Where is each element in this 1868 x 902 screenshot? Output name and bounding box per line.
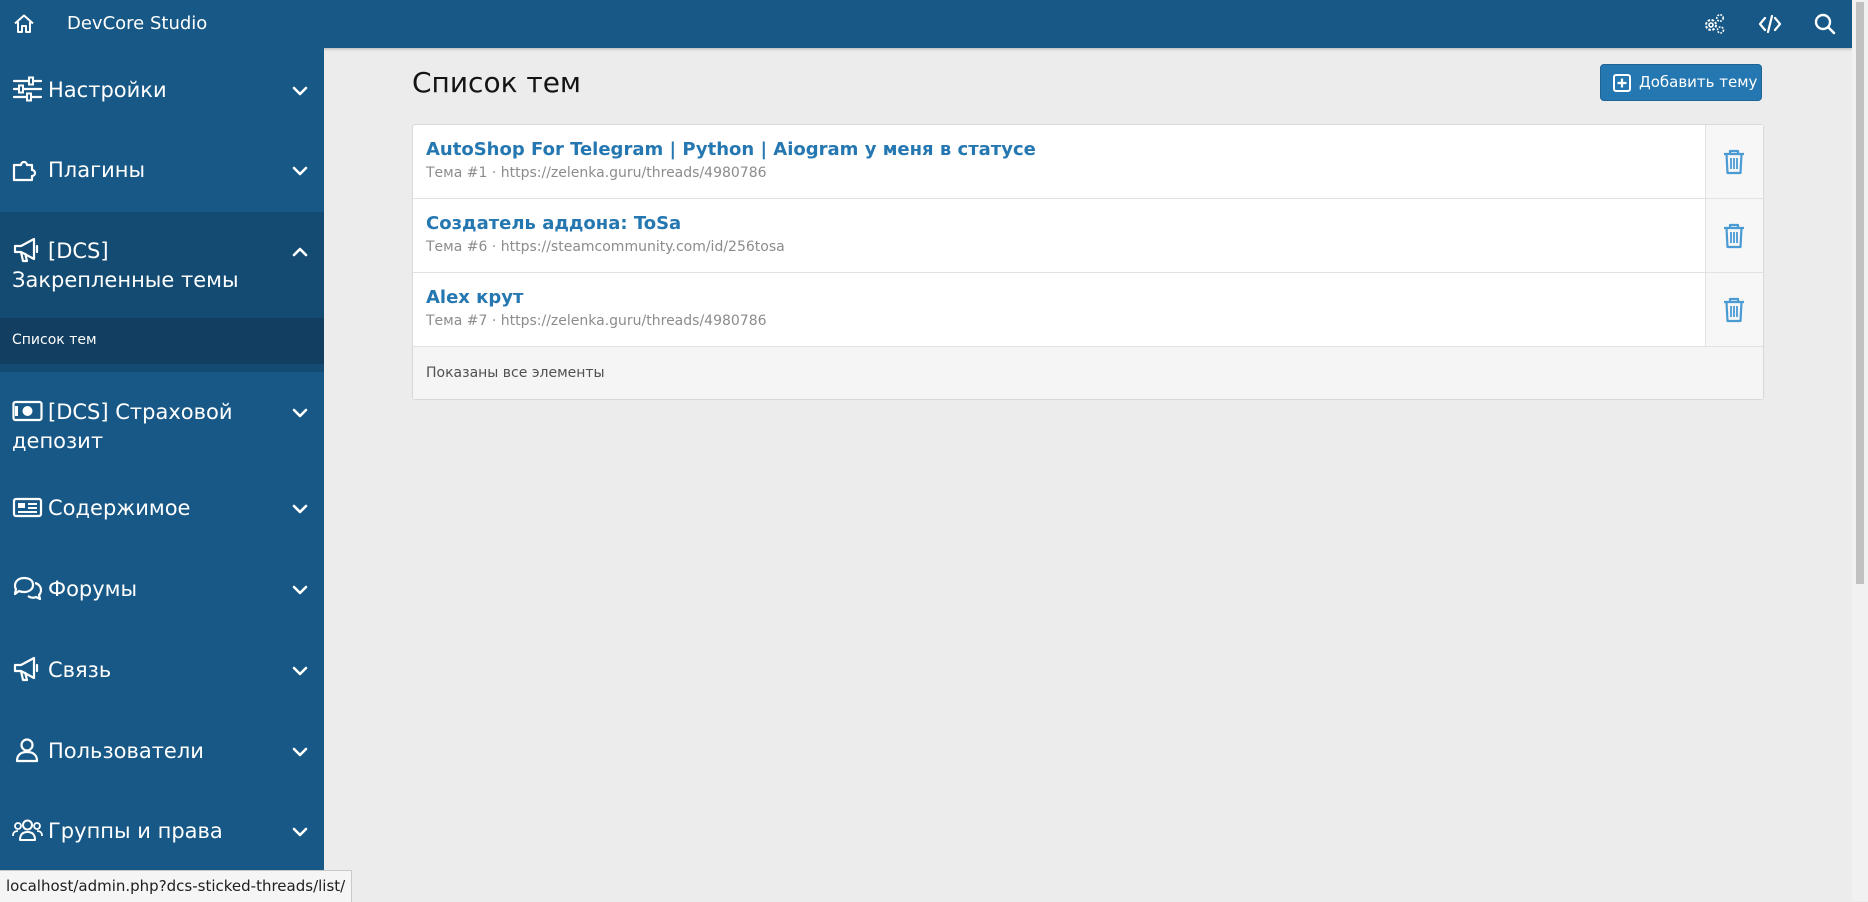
sidebar: Настройки Плагины [DCS] Закрепленные тем… bbox=[0, 48, 324, 901]
delete-button[interactable] bbox=[1705, 125, 1763, 198]
delete-button[interactable] bbox=[1705, 273, 1763, 346]
top-bar: DevCore Studio bbox=[0, 0, 1852, 48]
list-item: Alex крут Тема #7 · https://zelenka.guru… bbox=[413, 273, 1763, 347]
sidebar-item-label: [DCS] Закрепленные темы bbox=[12, 239, 239, 292]
bullhorn-icon bbox=[13, 237, 39, 263]
trash-icon bbox=[1724, 149, 1744, 175]
sidebar-item-label: Связь bbox=[48, 658, 112, 682]
trash-icon bbox=[1724, 223, 1744, 249]
chevron-down-icon bbox=[292, 408, 308, 418]
sidebar-section-communication: Связь bbox=[0, 643, 324, 724]
page-scrollbar[interactable] bbox=[1852, 0, 1868, 901]
list-item: Создатель аддона: ToSa Тема #6 · https:/… bbox=[413, 199, 1763, 273]
sidebar-subitem-thread-list[interactable]: Список тем bbox=[0, 318, 324, 364]
add-thread-button-label: Добавить тему bbox=[1639, 73, 1758, 91]
sidebar-item-content[interactable]: Содержимое bbox=[0, 482, 324, 523]
home-icon[interactable] bbox=[12, 12, 36, 36]
cogs-icon[interactable] bbox=[1702, 12, 1726, 36]
list-item: AutoShop For Telegram | Python | Aiogram… bbox=[413, 125, 1763, 199]
chevron-down-icon bbox=[292, 747, 308, 757]
chevron-down-icon bbox=[292, 827, 308, 837]
sidebar-section-settings: Настройки bbox=[0, 48, 324, 132]
sidebar-item-label: Плагины bbox=[48, 158, 146, 182]
sidebar-item-label: Форумы bbox=[48, 577, 138, 601]
thread-meta: Тема #1 · https://zelenka.guru/threads/4… bbox=[426, 165, 767, 181]
users-icon bbox=[12, 819, 43, 841]
page-title: Список тем bbox=[412, 66, 582, 99]
add-thread-button[interactable]: Добавить тему bbox=[1600, 64, 1762, 101]
chevron-down-icon bbox=[292, 504, 308, 514]
chevron-down-icon bbox=[292, 585, 308, 595]
sidebar-section-users: Пользователи bbox=[0, 724, 324, 804]
thread-link[interactable]: Alex крут Тема #7 · https://zelenka.guru… bbox=[413, 273, 1705, 346]
sidebar-item-label: Настройки bbox=[48, 78, 167, 102]
puzzle-icon bbox=[12, 160, 37, 182]
sidebar-item-pinned-threads[interactable]: [DCS] Закрепленные темы bbox=[0, 212, 324, 318]
sidebar-item-forums[interactable]: Форумы bbox=[0, 562, 324, 604]
sidebar-item-label: [DCS] Страховой депозит bbox=[12, 400, 233, 453]
bullhorn-icon bbox=[13, 656, 39, 682]
comments-icon bbox=[13, 576, 43, 601]
sidebar-item-label: Содержимое bbox=[48, 496, 191, 520]
thread-link[interactable]: AutoShop For Telegram | Python | Aiogram… bbox=[413, 125, 1705, 198]
sidebar-item-groups[interactable]: Группы и права bbox=[0, 804, 324, 846]
sidebar-section-pinned-threads: [DCS] Закрепленные темы Список тем bbox=[0, 212, 324, 372]
chevron-down-icon bbox=[292, 166, 308, 176]
money-icon bbox=[12, 400, 43, 422]
thread-title[interactable]: AutoShop For Telegram | Python | Aiogram… bbox=[426, 139, 1036, 160]
app-title[interactable]: DevCore Studio bbox=[67, 13, 207, 34]
sidebar-section-plugins: Плагины bbox=[0, 132, 324, 212]
delete-button[interactable] bbox=[1705, 199, 1763, 272]
sidebar-item-settings[interactable]: Настройки bbox=[0, 48, 324, 105]
sidebar-item-label: Группы и права bbox=[48, 819, 223, 843]
chevron-up-icon bbox=[292, 247, 308, 257]
thread-meta: Тема #7 · https://zelenka.guru/threads/4… bbox=[426, 313, 767, 329]
sidebar-item-plugins[interactable]: Плагины bbox=[0, 132, 324, 185]
sidebar-item-deposit[interactable]: [DCS] Страховой депозит bbox=[0, 372, 324, 456]
sidebar-item-communication[interactable]: Связь bbox=[0, 643, 324, 685]
newspaper-icon bbox=[12, 497, 43, 518]
sidebar-item-label: Пользователи bbox=[48, 739, 204, 763]
sidebar-section-content: Содержимое bbox=[0, 482, 324, 562]
chevron-down-icon bbox=[292, 666, 308, 676]
chevron-down-icon bbox=[292, 86, 308, 96]
thread-meta: Тема #6 · https://steamcommunity.com/id/… bbox=[426, 239, 785, 255]
thread-title[interactable]: Создатель аддона: ToSa bbox=[426, 213, 681, 234]
code-icon[interactable] bbox=[1758, 12, 1782, 36]
sidebar-section-forums: Форумы bbox=[0, 562, 324, 643]
sliders-icon bbox=[12, 76, 43, 102]
user-icon bbox=[15, 738, 39, 763]
thread-list: AutoShop For Telegram | Python | Aiogram… bbox=[412, 124, 1764, 400]
trash-icon bbox=[1724, 297, 1744, 323]
thread-link[interactable]: Создатель аддона: ToSa Тема #6 · https:/… bbox=[413, 199, 1705, 272]
search-icon[interactable] bbox=[1813, 12, 1837, 36]
sidebar-section-deposit: [DCS] Страховой депозит bbox=[0, 372, 324, 482]
thread-title[interactable]: Alex крут bbox=[426, 287, 523, 308]
plus-square-icon bbox=[1613, 74, 1631, 92]
scrollbar-thumb[interactable] bbox=[1856, 2, 1864, 584]
status-url: localhost/admin.php?dcs-sticked-threads/… bbox=[0, 870, 353, 902]
sidebar-item-users[interactable]: Пользователи bbox=[0, 724, 324, 766]
list-footer: Показаны все элементы bbox=[413, 347, 1763, 399]
